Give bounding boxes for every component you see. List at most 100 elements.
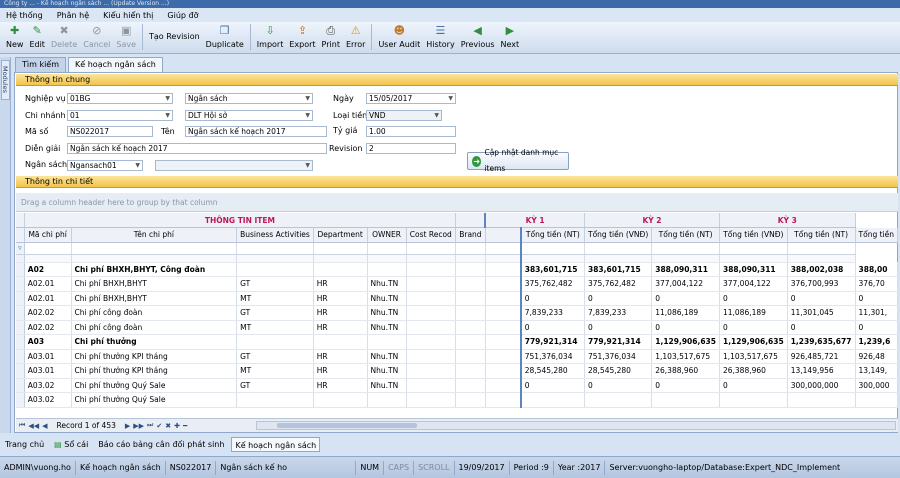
table-cell[interactable]: 0 <box>651 291 720 306</box>
row-indicator[interactable] <box>16 334 25 350</box>
table-cell[interactable]: 383,601,715 <box>520 262 585 277</box>
table-cell[interactable]: HR <box>313 349 368 364</box>
table-cell[interactable]: HR <box>313 378 368 393</box>
table-cell[interactable] <box>367 334 407 350</box>
table-cell[interactable]: 0 <box>787 320 856 335</box>
add-record-icon[interactable]: ✚ <box>174 422 180 430</box>
table-cell[interactable] <box>455 276 486 292</box>
column-header[interactable]: Tổng tiền (VNĐ) <box>584 227 653 243</box>
table-cell[interactable]: MT <box>236 291 314 306</box>
table-cell[interactable] <box>313 392 368 408</box>
table-cell[interactable] <box>455 349 486 364</box>
chevron-down-icon[interactable]: ▼ <box>434 111 439 120</box>
column-header[interactable]: Tổng tiền (NT) <box>787 227 856 243</box>
table-cell[interactable] <box>719 392 788 408</box>
doc-tab-bao-cao[interactable]: Báo cáo bảng cân đối phát sinh <box>95 437 227 452</box>
import-button[interactable]: ⇩ Import <box>254 22 287 52</box>
user-audit-button[interactable]: ☻ User Audit <box>375 22 423 52</box>
table-cell[interactable]: Chi phí công đoàn <box>71 305 238 321</box>
filter-cell[interactable] <box>651 242 720 255</box>
filter-cell[interactable] <box>584 242 653 255</box>
next-record-icon[interactable]: ▶ <box>125 422 130 430</box>
table-cell[interactable] <box>367 262 407 277</box>
table-cell[interactable] <box>455 334 486 350</box>
table-cell[interactable]: 26,388,960 <box>719 363 788 379</box>
table-cell[interactable]: 28,545,280 <box>520 363 585 379</box>
table-cell[interactable] <box>455 363 486 379</box>
table-cell[interactable] <box>236 334 314 350</box>
ngay-field[interactable]: 15/05/2017 ▼ <box>366 93 456 104</box>
row-indicator[interactable] <box>16 262 25 277</box>
table-cell[interactable] <box>406 262 457 277</box>
table-cell[interactable] <box>313 262 368 277</box>
table-cell[interactable]: Chi phí BHXH,BHYT <box>71 276 238 292</box>
row-indicator[interactable] <box>16 291 25 306</box>
tab-ke-hoach-ngan-sach[interactable]: Kế hoạch ngân sách <box>68 57 163 72</box>
table-cell[interactable]: 377,004,122 <box>651 276 720 292</box>
previous-button[interactable]: ◀ Previous <box>458 22 498 52</box>
table-cell[interactable]: GT <box>236 378 314 393</box>
table-cell[interactable] <box>787 392 856 408</box>
save-button[interactable]: ▣ Save <box>113 22 139 52</box>
table-cell[interactable]: A02 <box>24 262 72 277</box>
group-by-area[interactable]: Drag a column header here to group by th… <box>16 193 898 212</box>
doc-tab-trang-chu[interactable]: Trang chủ <box>2 437 47 452</box>
table-cell[interactable]: 0 <box>787 291 856 306</box>
last-record-icon[interactable]: ⏭ <box>147 421 153 430</box>
table-cell[interactable]: Chi phí BHXH,BHYT <box>71 291 238 306</box>
table-cell[interactable]: Chi phí thưởng KPI tháng <box>71 349 238 364</box>
table-cell[interactable]: 1,239,6 <box>855 334 898 350</box>
row-indicator[interactable] <box>16 305 25 321</box>
row-indicator[interactable] <box>16 363 25 379</box>
t-o-revision-button[interactable]: Tạo Revision <box>146 22 203 52</box>
table-cell[interactable]: 751,376,034 <box>584 349 653 364</box>
table-cell[interactable]: 388,002,038 <box>787 262 856 277</box>
table-cell[interactable]: Chi phí BHXH,BHYT, Công đoàn <box>71 262 238 277</box>
table-cell[interactable]: 0 <box>719 291 788 306</box>
next-page-icon[interactable]: ▶▶ <box>133 422 144 430</box>
table-cell[interactable]: 926,48 <box>855 349 898 364</box>
chi-nhanh-code-field[interactable]: 01▼🔍 <box>67 110 173 121</box>
table-cell[interactable] <box>406 305 457 321</box>
table-cell[interactable]: 0 <box>651 378 720 393</box>
table-cell[interactable] <box>406 334 457 350</box>
table-cell[interactable]: 0 <box>584 320 653 335</box>
table-cell[interactable]: 376,70 <box>855 276 898 292</box>
table-cell[interactable]: 779,921,314 <box>520 334 585 350</box>
table-cell[interactable]: 926,485,721 <box>787 349 856 364</box>
table-cell[interactable]: Chi phí thưởng <box>71 334 238 350</box>
menu-he-thong[interactable]: Hệ thống <box>6 11 43 20</box>
column-header[interactable]: Business Activities <box>236 227 314 243</box>
column-header[interactable]: Tổng tiền <box>855 227 898 243</box>
filter-cell[interactable] <box>455 242 486 255</box>
filter-cell[interactable] <box>719 242 788 255</box>
tab-tim-kiem[interactable]: Tìm kiếm <box>15 57 67 72</box>
table-cell[interactable] <box>455 291 486 306</box>
export-button[interactable]: ⇪ Export <box>286 22 318 52</box>
scrollbar-thumb[interactable] <box>277 423 417 428</box>
table-row[interactable]: A03.01 Chi phí thưởng KPI tháng MT HR Nhu.TN… <box>16 363 898 379</box>
table-cell[interactable]: GT <box>236 276 314 292</box>
table-cell[interactable]: Nhu.TN <box>367 276 407 292</box>
table-cell[interactable]: 0 <box>855 291 898 306</box>
first-record-icon[interactable]: ⏮ <box>19 421 25 430</box>
chevron-down-icon[interactable]: ▼ <box>448 94 453 103</box>
column-header[interactable]: Department <box>313 227 368 243</box>
menu-giup-do[interactable]: Giúp đỡ <box>167 11 198 20</box>
table-cell[interactable] <box>855 392 898 408</box>
edit-button[interactable]: ✎ Edit <box>26 22 48 52</box>
table-cell[interactable]: HR <box>313 363 368 379</box>
nghiep-vu-name-field[interactable]: Ngân sách▼🔍 <box>185 93 313 104</box>
table-cell[interactable] <box>651 392 720 408</box>
table-cell[interactable]: A03.02 <box>24 378 72 393</box>
table-cell[interactable]: 376,700,993 <box>787 276 856 292</box>
table-cell[interactable]: A03.01 <box>24 349 72 364</box>
prev-record-icon[interactable]: ◀ <box>42 422 47 430</box>
table-cell[interactable] <box>406 349 457 364</box>
new-button[interactable]: ✚ New <box>3 22 26 52</box>
revision-field[interactable]: 2 <box>366 143 456 154</box>
table-cell[interactable]: 1,103,517,675 <box>651 349 720 364</box>
filter-cell[interactable] <box>787 242 856 255</box>
table-row[interactable]: A03.02 Chi phí thưởng Quý Sale GT HR Nhu.TN 0… <box>16 378 898 393</box>
table-cell[interactable]: 779,921,314 <box>584 334 653 350</box>
